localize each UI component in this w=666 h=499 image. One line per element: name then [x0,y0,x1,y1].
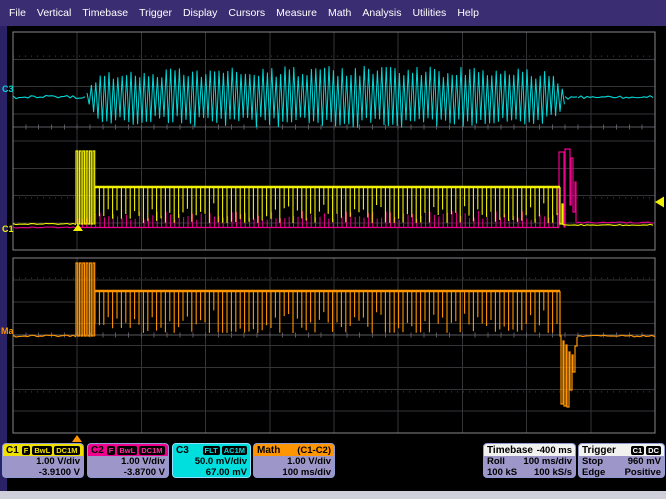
menu-item-trigger[interactable]: Trigger [139,7,172,19]
grid-axis-ticks [13,333,655,338]
trigger-row-1: Stop 960 mV [579,456,664,467]
menu-item-timebase[interactable]: Timebase [82,7,128,19]
trigger-mode: Stop [582,456,603,467]
trace-c1 [560,187,563,225]
c2-volts-per-div: 1.00 V/div [88,456,168,467]
math-function: (C1-C2) [297,445,331,456]
trigger-type: Edge [582,467,605,478]
timebase-samples: 100 kS [487,467,517,478]
c1-header: C1 FBwLDC1M [3,444,83,456]
menu-item-utilities[interactable]: Utilities [412,7,446,19]
menu-item-display[interactable]: Display [183,7,217,19]
timebase-header: Timebase -400 ms [484,444,575,456]
timebase-row-1: Roll 100 ms/div [484,456,575,467]
trace-c3 [578,96,653,99]
c3-header: C3 FLTAC1M [173,444,250,456]
menu-bar: File Vertical Timebase Trigger Display Cursor… [0,0,666,26]
c3-title: C3 [176,445,189,456]
timebase-descriptor[interactable]: Timebase -400 ms Roll 100 ms/div 100 kS … [483,443,576,478]
math-descriptor[interactable]: Math (C1-C2) 1.00 V/div 100 ms/div [253,443,335,478]
menu-item-math[interactable]: Math [328,7,351,19]
grid-lines [13,258,655,433]
trace-c2 [78,211,558,228]
channel-descriptor-c3[interactable]: C3 FLTAC1M 50.0 mV/div 67.00 mV [172,443,251,478]
c2-title: C2 [91,445,104,456]
trigger-slope: Positive [625,467,661,478]
trace-c3 [87,66,564,128]
oscilloscope-display: C3 C1 Ma [0,0,666,499]
badge-bwl: BwL [32,446,52,455]
badge-f: F [22,446,31,455]
channel-descriptor-c1[interactable]: C1 FBwLDC1M 1.00 V/div -3.9100 V [2,443,84,478]
menu-item-file[interactable]: File [9,7,26,19]
c2-header: C2 FBwLDC1M [88,444,168,456]
badge-dc1m: DC1M [139,446,164,455]
trigger-row-2: Edge Positive [579,467,664,478]
math-header: Math (C1-C2) [254,444,334,456]
trigger-title: Trigger [582,445,616,456]
timebase-title: Timebase [487,445,533,456]
math-title: Math [257,445,280,456]
trace-label-c1: C1 [2,224,14,234]
timebase-row-2: 100 kS 100 kS/s [484,467,575,478]
trace-c2 [13,227,76,228]
c1-title: C1 [6,445,19,456]
channel-descriptor-c2[interactable]: C2 FBwLDC1M 1.00 V/div -3.8700 V [87,443,169,478]
math-time-per-div: 100 ms/div [254,467,334,478]
c1-badges: FBwLDC1M [22,446,80,455]
trace-c1 [13,223,76,224]
grid-axis-ticks [13,125,655,130]
trigger-time-marker-bottom[interactable] [72,435,82,442]
trigger-level-marker[interactable] [655,197,664,208]
c2-badges: FBwLDC1M [107,446,165,455]
c3-offset: 67.00 mV [173,467,250,478]
badge-dc: DC [646,446,661,455]
badge-f: F [107,446,116,455]
timebase-samplerate: 100 kS/s [534,467,572,478]
menu-item-cursors[interactable]: Cursors [228,7,265,19]
bottom-edge-strip [0,491,666,499]
trace-label-ma: Ma [1,326,14,336]
trigger-header: Trigger C1DC [579,444,664,456]
badge-c1: C1 [631,446,645,455]
menu-item-analysis[interactable]: Analysis [362,7,401,19]
timebase-mode: Roll [487,456,505,467]
c1-offset: -3.9100 V [3,467,83,478]
timebase-delay: -400 ms [537,445,572,456]
c2-offset: -3.8700 V [88,467,168,478]
trace-math [95,291,557,333]
trace-c1 [76,151,95,224]
c3-volts-per-div: 50.0 mV/div [173,456,250,467]
badge-ac1m: AC1M [222,446,247,455]
math-volts-per-div: 1.00 V/div [254,456,334,467]
menu-item-vertical[interactable]: Vertical [37,7,71,19]
badge-bwl: BwL [117,446,137,455]
trace-c1 [563,224,653,225]
trigger-descriptor[interactable]: Trigger C1DC Stop 960 mV Edge Positive [578,443,665,478]
trace-label-c3: C3 [2,84,14,94]
menu-item-measure[interactable]: Measure [276,7,317,19]
menu-item-help[interactable]: Help [457,7,479,19]
c1-volts-per-div: 1.00 V/div [3,456,83,467]
trace-math [76,263,95,336]
trace-c3 [13,96,85,99]
badge-flt: FLT [203,446,220,455]
trigger-level: 960 mV [628,456,661,467]
c3-badges: FLTAC1M [203,446,247,455]
trigger-badges: C1DC [631,446,661,455]
badge-dc1m: DC1M [54,446,79,455]
timebase-scale: 100 ms/div [523,456,572,467]
trace-c3 [565,97,577,100]
